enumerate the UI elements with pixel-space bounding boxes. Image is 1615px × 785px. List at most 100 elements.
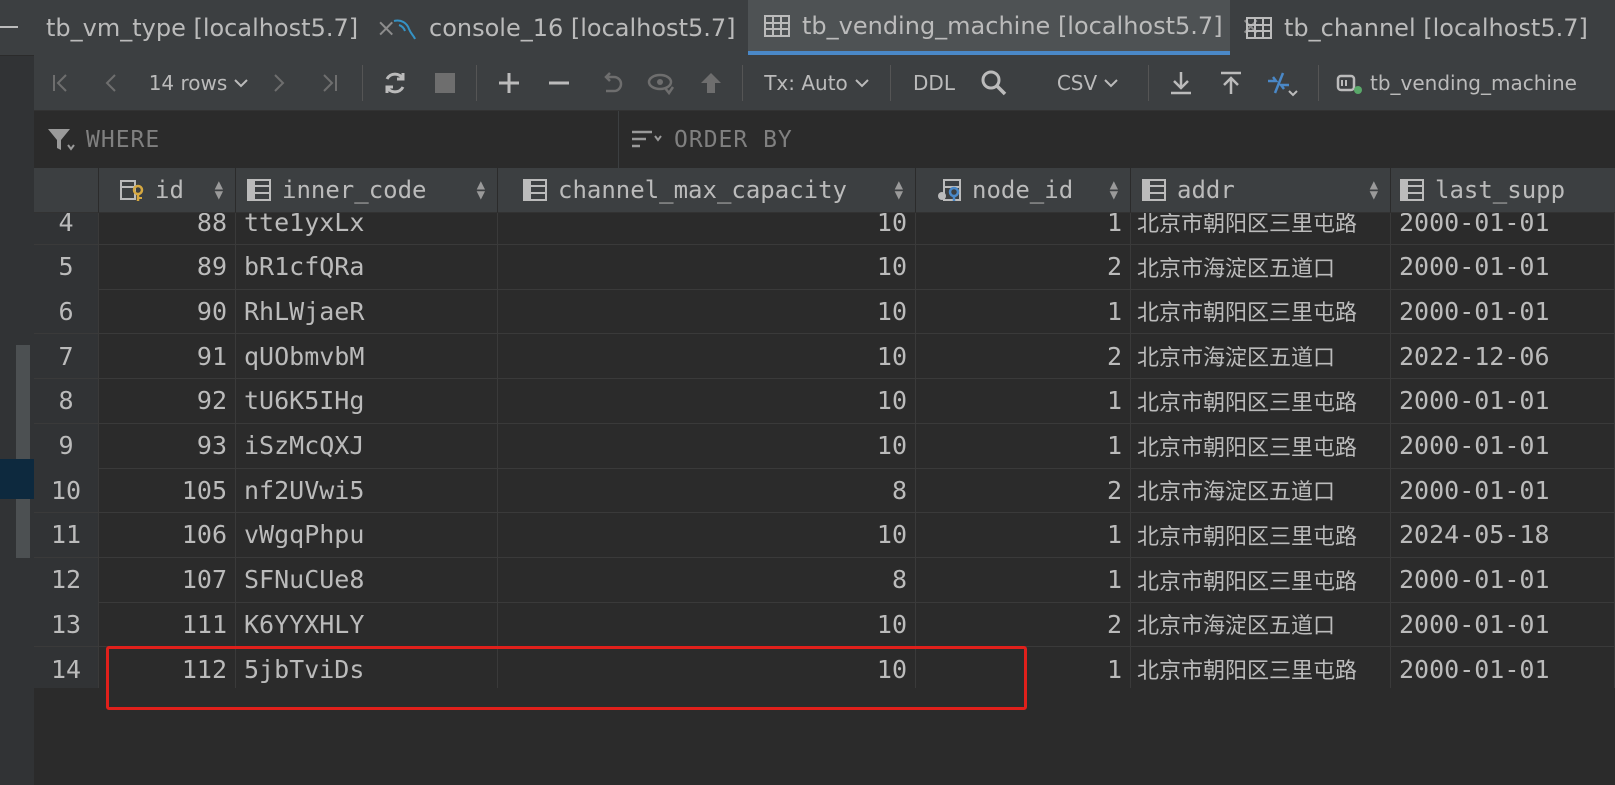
row-number-cell[interactable]: 13 [34,602,99,648]
last-supply-cell[interactable]: 2000-01-01 [1391,423,1615,469]
channel-max-capacity-cell[interactable]: 10 [498,512,916,558]
refresh-icon[interactable] [378,55,412,110]
node-id-cell[interactable]: 2 [916,602,1131,648]
table-row[interactable]: 8 92 tU6K5IHg 10 1 北京市朝阳区三里屯路 2000-01-01 [34,378,1615,424]
column-header-last-supply[interactable]: last_supp [1391,168,1615,213]
row-number-cell[interactable]: 14 [34,647,99,688]
add-row-icon[interactable] [492,55,526,110]
last-supply-cell[interactable]: 2000-01-01 [1391,468,1615,514]
vertical-scrollbar-thumb[interactable] [16,345,30,558]
last-supply-cell[interactable]: 2000-01-01 [1391,647,1615,688]
node-id-cell[interactable]: 2 [916,468,1131,514]
channel-max-capacity-cell[interactable]: 10 [498,423,916,469]
channel-max-capacity-cell[interactable]: 10 [498,334,916,380]
inner-code-cell[interactable]: iSzMcQXJ [236,423,498,469]
table-row[interactable]: 10 105 nf2UVwi5 8 2 北京市海淀区五道口 2000-01-01 [34,468,1615,514]
row-number-cell[interactable]: 12 [34,557,99,603]
search-icon[interactable] [976,55,1012,110]
sort-arrows-icon[interactable]: ▲ ▼ [477,178,485,202]
addr-cell[interactable]: 北京市朝阳区三里屯路 [1131,647,1391,688]
download-icon[interactable] [1164,55,1198,110]
tab-console-16[interactable]: console_16 [localhost5.7] [379,0,745,55]
revert-icon[interactable] [594,55,628,110]
id-cell[interactable]: 91 [99,334,236,380]
datasource-selector[interactable]: tb_vending_machine [1334,55,1615,110]
table-row[interactable]: 5 89 bR1cfQRa 10 2 北京市海淀区五道口 2000-01-01 [34,244,1615,290]
node-id-cell[interactable]: 2 [916,334,1131,380]
column-header-node-id[interactable]: node_id ▲ ▼ [916,168,1131,213]
sort-arrows-icon[interactable]: ▲ ▼ [895,178,903,202]
table-row[interactable]: 11 106 vWgqPhpu 10 1 北京市朝阳区三里屯路 2024-05-18 [34,512,1615,558]
tab-tb-channel[interactable]: tb_channel [localhost5.7] [1232,0,1615,55]
stop-icon[interactable] [430,55,460,110]
delete-row-icon[interactable] [542,55,576,110]
last-page-icon[interactable] [314,55,344,110]
node-id-cell[interactable]: 1 [916,423,1131,469]
addr-cell[interactable]: 北京市海淀区五道口 [1131,602,1391,648]
ddl-button[interactable]: DDL [906,55,962,110]
sort-arrows-icon[interactable]: ▲ ▼ [1110,178,1118,202]
column-header-inner-code[interactable]: inner_code ▲ ▼ [236,168,498,213]
next-page-icon[interactable] [264,55,294,110]
id-cell[interactable]: 111 [99,602,236,648]
upload-icon[interactable] [1214,55,1248,110]
last-supply-cell[interactable]: 2000-01-01 [1391,557,1615,603]
addr-cell[interactable]: 北京市海淀区五道口 [1131,334,1391,380]
id-cell[interactable]: 106 [99,512,236,558]
node-id-cell[interactable]: 1 [916,512,1131,558]
submit-icon[interactable] [694,55,728,110]
where-filter-field[interactable]: WHERE [46,111,619,168]
channel-max-capacity-cell[interactable]: 10 [498,378,916,424]
channel-max-capacity-cell[interactable]: 10 [498,244,916,290]
addr-cell[interactable]: 北京市朝阳区三里屯路 [1131,289,1391,335]
addr-cell[interactable]: 北京市朝阳区三里屯路 [1131,512,1391,558]
inner-code-cell[interactable]: nf2UVwi5 [236,468,498,514]
row-number-cell[interactable]: 9 [34,423,99,469]
table-row[interactable]: 6 90 RhLWjaeR 10 1 北京市朝阳区三里屯路 2000-01-01 [34,289,1615,335]
last-supply-cell[interactable]: 2000-01-01 [1391,602,1615,648]
addr-cell[interactable]: 北京市朝阳区三里屯路 [1131,378,1391,424]
first-page-icon[interactable] [46,55,76,110]
node-id-cell[interactable]: 1 [916,289,1131,335]
channel-max-capacity-cell[interactable]: 8 [498,468,916,514]
inner-code-cell[interactable]: SFNuCUe8 [236,557,498,603]
rows-count-dropdown[interactable]: 14 rows [144,55,254,110]
inner-code-cell[interactable]: vWgqPhpu [236,512,498,558]
transaction-mode-dropdown[interactable]: Tx: Auto [760,55,874,110]
node-id-cell[interactable]: 2 [916,244,1131,290]
node-id-cell[interactable]: 1 [916,378,1131,424]
last-supply-cell[interactable]: 2024-05-18 [1391,512,1615,558]
inner-code-cell[interactable]: K6YYXHLY [236,602,498,648]
row-number-cell[interactable]: 11 [34,512,99,558]
table-row[interactable]: 13 111 K6YYXHLY 10 2 北京市海淀区五道口 2000-01-01 [34,602,1615,648]
tab-tb-vending-machine[interactable]: tb_vending_machine [localhost5.7] × [748,0,1261,55]
id-cell[interactable]: 90 [99,289,236,335]
last-supply-cell[interactable]: 2000-01-01 [1391,244,1615,290]
row-number-cell[interactable]: 7 [34,334,99,380]
previous-page-icon[interactable] [96,55,126,110]
row-number-cell[interactable]: 6 [34,289,99,335]
last-supply-cell[interactable]: 2000-01-01 [1391,378,1615,424]
id-cell[interactable]: 93 [99,423,236,469]
export-format-dropdown[interactable]: CSV [1052,55,1124,110]
compare-icon[interactable] [1262,55,1302,110]
channel-max-capacity-cell[interactable]: 10 [498,289,916,335]
addr-cell[interactable]: 北京市朝阳区三里屯路 [1131,557,1391,603]
id-cell[interactable]: 107 [99,557,236,603]
row-number-cell[interactable]: 8 [34,378,99,424]
inner-code-cell[interactable]: RhLWjaeR [236,289,498,335]
inner-code-cell[interactable]: bR1cfQRa [236,244,498,290]
addr-cell[interactable]: 北京市海淀区五道口 [1131,468,1391,514]
last-supply-cell[interactable]: 2000-01-01 [1391,289,1615,335]
view-query-icon[interactable] [644,55,678,110]
row-number-cell[interactable]: 5 [34,244,99,290]
column-header-channel-max-capacity[interactable]: channel_max_capacity ▲ ▼ [498,168,916,213]
table-row[interactable]: 9 93 iSzMcQXJ 10 1 北京市朝阳区三里屯路 2000-01-01 [34,423,1615,469]
table-row[interactable]: 7 91 qUObmvbM 10 2 北京市海淀区五道口 2022-12-06 [34,334,1615,380]
row-number-cell[interactable]: 10 [34,468,99,514]
addr-cell[interactable]: 北京市朝阳区三里屯路 [1131,423,1391,469]
sort-arrows-icon[interactable]: ▲ ▼ [215,178,223,202]
channel-max-capacity-cell[interactable]: 10 [498,602,916,648]
column-header-addr[interactable]: addr ▲ ▼ [1131,168,1391,213]
table-row[interactable]: 12 107 SFNuCUe8 8 1 北京市朝阳区三里屯路 2000-01-01 [34,557,1615,603]
